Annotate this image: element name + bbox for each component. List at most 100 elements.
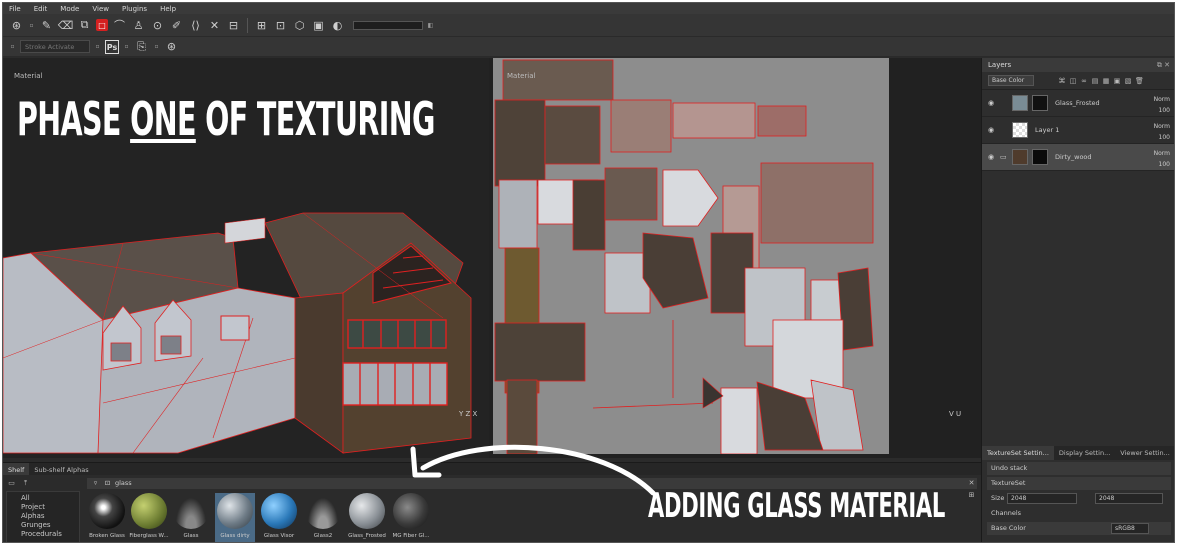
folder-icon[interactable]: ▭ [7,479,16,488]
link-icon[interactable]: ∞ [1080,77,1088,85]
symmetry-icon[interactable]: ⟨⟩ [188,18,203,33]
tab-viewer-settings[interactable]: Viewer Settin... [1115,446,1174,460]
stroke-menu-icon[interactable]: ▫ [9,39,16,54]
visibility-eye-icon[interactable]: ◉ [988,99,996,107]
delete-icon[interactable]: 🗑 [1135,77,1144,85]
size-select-2[interactable]: 2048 [1095,493,1163,504]
layer-opacity[interactable]: 100 [1154,132,1170,143]
mirror-icon[interactable]: ✕ [207,18,222,33]
channel-select[interactable]: Base Color [988,75,1034,86]
menu-edit[interactable]: Edit [34,5,48,13]
tab-display-settings[interactable]: Display Settin... [1054,446,1115,460]
add-effect-icon[interactable]: ⌘ [1058,77,1066,85]
menu-help[interactable]: Help [160,5,176,13]
menu-file[interactable]: File [9,5,21,13]
layers-panel: Layers ⧉ ✕ Base Color ⌘ ◫ ∞ ▤ ▦ ▣ ▧ 🗑 ◉ … [981,58,1174,446]
substance-share-icon[interactable]: ⊛ [164,39,179,54]
tab-textureset-settings[interactable]: TextureSet Settin... [982,446,1054,460]
tab-shelf[interactable]: Shelf [3,463,30,475]
textureset-section[interactable]: TextureSet [987,477,1171,490]
eraser-icon[interactable]: ⌫ [58,18,74,33]
layer-blend-opacity: Norm 100 [1154,94,1170,116]
grid-view-icon[interactable]: ⊞ [967,491,976,500]
smudge-icon[interactable]: ⊙ [150,18,165,33]
filter-icon[interactable]: ▿ [91,479,100,488]
shelf-close-icon[interactable]: ✕ [967,479,976,488]
layer-row[interactable]: ◉ ▭ Dirty_wood Norm 100 [982,144,1174,171]
channel-row[interactable]: Base Color sRGB8 [987,522,1171,535]
stroke-activate-field[interactable]: Stroke Activate [20,40,90,53]
viewport-uv[interactable]: Material V U [489,58,981,458]
panel-float-icon[interactable]: ⧉ ✕ [1157,58,1170,72]
menu-view[interactable]: View [92,5,109,13]
shelf-search-input[interactable]: glass [115,479,132,487]
menu-plugins[interactable]: Plugins [122,5,147,13]
category-alphas[interactable]: Alphas [11,512,75,521]
textureset-panel: TextureSet Settin... Display Settin... V… [981,446,1174,542]
color-picker-icon[interactable]: ✐ [169,18,184,33]
viewport-3d[interactable]: Material PHASE ONE OF TEXTURING Y Z X [3,58,489,458]
layer-opacity[interactable]: 100 [1154,159,1170,170]
viewport-3d-label: Material [14,72,43,80]
layer-row[interactable]: ◉ Layer 1 Norm 100 [982,117,1174,144]
material-thumb[interactable]: Glass2 [303,493,343,542]
viewport-uv-label: Material [507,72,536,80]
category-grunges[interactable]: Grunges [11,521,75,530]
duplicate-icon[interactable]: ▧ [1124,77,1132,85]
paint-brush-icon[interactable]: ✎ [39,18,54,33]
camera-icon[interactable]: ⊟ [226,18,241,33]
render-icon[interactable]: ▣ [311,18,326,33]
ps-options-icon[interactable]: ▫ [123,39,130,54]
layers-toolbar: Base Color ⌘ ◫ ∞ ▤ ▦ ▣ ▧ 🗑 [982,72,1174,90]
slider-options-icon[interactable]: ◧ [427,18,434,33]
material-thumb[interactable]: Broken Glass [87,493,127,542]
size-select[interactable]: 2048 [1007,493,1077,504]
layer-row[interactable]: ◉ Glass_Frosted Norm 100 [982,90,1174,117]
layer-opacity[interactable]: 100 [1154,105,1170,116]
lasso-icon[interactable]: ⌒ [112,18,127,33]
material-thumb-selected[interactable]: Glass dirty [215,493,255,542]
layer-blend[interactable]: Norm [1154,94,1170,105]
material-label: Fiberglass W... [129,533,169,539]
substance-logo-icon[interactable]: ⊛ [9,18,24,33]
clone-stamp-icon[interactable]: ♙ [131,18,146,33]
add-mask-icon[interactable]: ◫ [1069,77,1077,85]
channel-format-select[interactable]: sRGB8 [1111,523,1149,534]
axis-gizmo-uv: V U [949,410,962,418]
visibility-eye-icon[interactable]: ◉ [988,153,996,161]
add-fill-layer-icon[interactable]: ▤ [1091,77,1099,85]
material-thumb[interactable]: Fiberglass W... [129,493,169,542]
category-all[interactable]: All [11,494,75,503]
export-options-icon[interactable]: ▫ [153,39,160,54]
category-procedurals[interactable]: Procedurals [11,530,75,539]
import-icon[interactable]: ⤒ [21,479,30,488]
add-layer-icon[interactable]: ▦ [1102,77,1110,85]
opacity-slider[interactable] [353,20,423,30]
folder-icon[interactable]: ▭ [1000,153,1008,161]
material-thumb[interactable]: Glass [171,493,211,542]
category-project[interactable]: Project [11,503,75,512]
tool-menu-icon[interactable]: ▫ [28,18,35,33]
material-thumb[interactable]: Glass_Frosted [347,493,387,542]
projection-icon[interactable]: ⧉ [77,18,92,33]
layout-icon[interactable]: ⊞ [254,18,269,33]
opacity-icon[interactable]: ◐ [330,18,345,33]
layer-thumbnail [1012,122,1028,138]
layer-blend[interactable]: Norm [1154,121,1170,132]
export-icon[interactable]: ⎘ [134,39,149,54]
tag-icon[interactable]: ⊡ [103,479,112,488]
cube-icon[interactable]: ⬡ [292,18,307,33]
layer-blend[interactable]: Norm [1154,148,1170,159]
material-label: Glass2 [313,533,333,539]
photoshop-button[interactable]: Ps [105,39,119,54]
undo-stack-row[interactable]: Undo stack [987,462,1171,475]
menu-mode[interactable]: Mode [60,5,79,13]
stroke-options-icon[interactable]: ▫ [94,39,101,54]
tab-sub-shelf-alphas[interactable]: Sub-shelf Alphas [29,463,93,475]
visibility-eye-icon[interactable]: ◉ [988,126,996,134]
axis-gizmo-3d: Y Z X [459,410,478,418]
material-thumb[interactable]: Glass Visor [259,493,299,542]
display-icon[interactable]: ⊡ [273,18,288,33]
add-folder-icon[interactable]: ▣ [1113,77,1121,85]
polygon-fill-icon[interactable]: □ [96,19,108,31]
